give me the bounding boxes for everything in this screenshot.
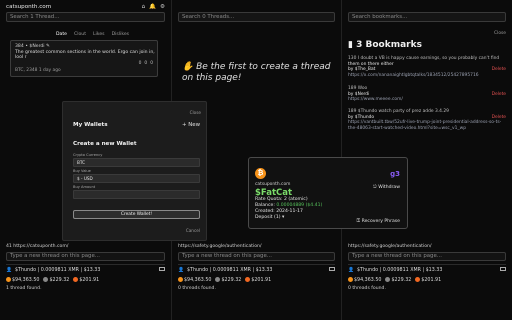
deposit-toggle[interactable]: Deposit (1) ▾ <box>255 215 284 220</box>
bookmark-item[interactable]: 189 Woo by $Nerdi https://www.meeee.com/… <box>348 86 506 103</box>
modal-subtitle: Create a new Wallet <box>73 141 137 147</box>
bitcoin-icon <box>6 277 11 282</box>
user-icon: 👤 <box>6 268 12 273</box>
currency-label: Crypto Currency <box>73 153 103 157</box>
user-icon: 👤 <box>348 268 354 273</box>
search-input[interactable]: Search bookmarks... <box>348 12 506 22</box>
buy-amount-input[interactable] <box>73 190 200 199</box>
monero-icon <box>415 277 421 282</box>
delete-button[interactable]: Delete <box>492 115 506 121</box>
site-title: catsuponth.com <box>6 4 52 10</box>
filter-dislikes[interactable]: Dislikes <box>112 32 129 37</box>
thread-count: 1 thread found. <box>6 286 42 291</box>
currency-select[interactable]: BTC <box>73 158 200 167</box>
close-button[interactable]: Close <box>190 110 201 115</box>
thread-card[interactable]: 384 • $Nerdi ✎ The greatest common secti… <box>10 40 158 77</box>
delete-button[interactable]: Delete <box>492 67 506 73</box>
home-icon[interactable]: ⌂ <box>141 4 145 10</box>
mail-icon[interactable] <box>159 267 165 271</box>
divider <box>6 264 165 265</box>
close-button[interactable]: Close <box>494 31 506 36</box>
price-ticker: $94,363.50 $229.32 $201.91 <box>178 277 271 283</box>
compose-input[interactable]: Type a new thread on this page... <box>178 252 335 261</box>
divider <box>178 264 335 265</box>
create-wallet-button[interactable]: Create Wallet! <box>73 210 200 219</box>
buy-amount-label: Buy Amount <box>73 185 96 189</box>
cancel-button[interactable]: Cancel <box>186 228 200 233</box>
rate-quota: Rate Quota: 2 (atomic) <box>255 197 308 202</box>
filter-date[interactable]: Date <box>56 32 67 37</box>
balance: Balance: 0.00004889 ($4.41) <box>255 203 323 208</box>
price-ticker: $94,363.50 $229.32 $201.91 <box>6 277 99 283</box>
bitcoin-icon <box>178 277 183 282</box>
wallet-summary[interactable]: 👤 $Thundo | 0.0009811 XMR | $13.33 <box>6 268 100 273</box>
thread-count: 0 threads found. <box>178 286 216 291</box>
reply-count[interactable]: 0 <box>150 61 153 66</box>
empty-message: ✋ Be the first to create a thread on thi… <box>182 62 331 83</box>
bookmarks-title: ▮ 3 Bookmarks <box>348 40 422 50</box>
litecoin-icon <box>385 277 391 282</box>
mail-icon[interactable] <box>329 267 335 271</box>
divider <box>348 264 506 265</box>
wallet-summary[interactable]: 👤 $Thundo | 0.0009811 XMR | $13.33 <box>178 268 272 273</box>
bitcoin-icon: ₿ <box>255 168 266 179</box>
user-icon: 👤 <box>178 268 184 273</box>
buy-value-label: Buy Value <box>73 169 91 173</box>
wallets-modal: Close My Wallets + New Create a new Wall… <box>62 101 207 241</box>
search-input[interactable]: Search 0 Threads... <box>178 12 335 22</box>
like-count[interactable]: 0 <box>139 61 142 66</box>
bookmark-item[interactable]: 189 $Thundo watch party of prez adde 3.4… <box>348 109 506 131</box>
search-input[interactable]: Search 1 Thread... <box>6 12 165 22</box>
delete-button[interactable]: Delete <box>492 92 506 98</box>
withdraw-button[interactable]: ⎋ Withdraw <box>373 184 400 190</box>
litecoin-icon <box>43 277 49 282</box>
thread-id: 384 • $Nerdi ✎ <box>15 44 50 49</box>
sort-filters: Date Clout Likes Dislikes <box>56 32 129 37</box>
wallet-card: ₿ g3 catsuponth.com $FatCat ⎋ Withdraw R… <box>248 157 408 229</box>
modal-title: My Wallets <box>73 122 108 128</box>
price-ticker: $94,363.50 $229.32 $201.91 <box>348 277 441 283</box>
compose-input[interactable]: Type a new thread on this page... <box>348 252 506 261</box>
buy-value-select[interactable]: $ - USD <box>73 174 200 183</box>
page-link[interactable]: https://safety.google/authentication/ <box>348 244 506 249</box>
mail-icon[interactable] <box>500 267 506 271</box>
monero-icon <box>245 277 251 282</box>
settings-icon[interactable]: ⚙ <box>160 4 165 10</box>
wallet-badge: g3 <box>390 170 400 178</box>
bell-icon[interactable]: 🔔 <box>149 4 156 10</box>
monero-icon <box>73 277 79 282</box>
bitcoin-icon <box>348 277 353 282</box>
litecoin-icon <box>215 277 221 282</box>
thread-text: The greatest common sections in the worl… <box>15 50 155 60</box>
filter-likes[interactable]: Likes <box>93 32 105 37</box>
top-bar: catsuponth.com ⌂ 🔔 ⚙ <box>6 3 165 11</box>
thread-meta: BTC, 2348 1 day ago <box>15 68 61 73</box>
new-wallet-button[interactable]: + New <box>182 122 200 128</box>
filter-clout[interactable]: Clout <box>74 32 86 37</box>
page-link[interactable]: https://safety.google/authentication/ <box>178 244 335 249</box>
bookmark-item[interactable]: 130 I doubt a VB is happy cause earnings… <box>348 56 506 78</box>
page-link[interactable]: 41 https://catsuponth.com/ <box>6 244 165 249</box>
dislike-count[interactable]: 0 <box>144 61 147 66</box>
wallet-domain: catsuponth.com <box>255 182 291 187</box>
compose-input[interactable]: Type a new thread on this page... <box>6 252 165 261</box>
thread-count: 0 threads found. <box>348 286 386 291</box>
wallet-summary[interactable]: 👤 $Thundo | 0.0009811 XMR | $13.33 <box>348 268 442 273</box>
bookmark-icon: ▮ <box>348 40 357 50</box>
created-date: Created: 2024-11-17 <box>255 209 303 214</box>
thread-actions: 0 0 0 <box>139 61 153 66</box>
recovery-phrase-button[interactable]: ⚿ Recovery Phrase <box>357 218 400 224</box>
